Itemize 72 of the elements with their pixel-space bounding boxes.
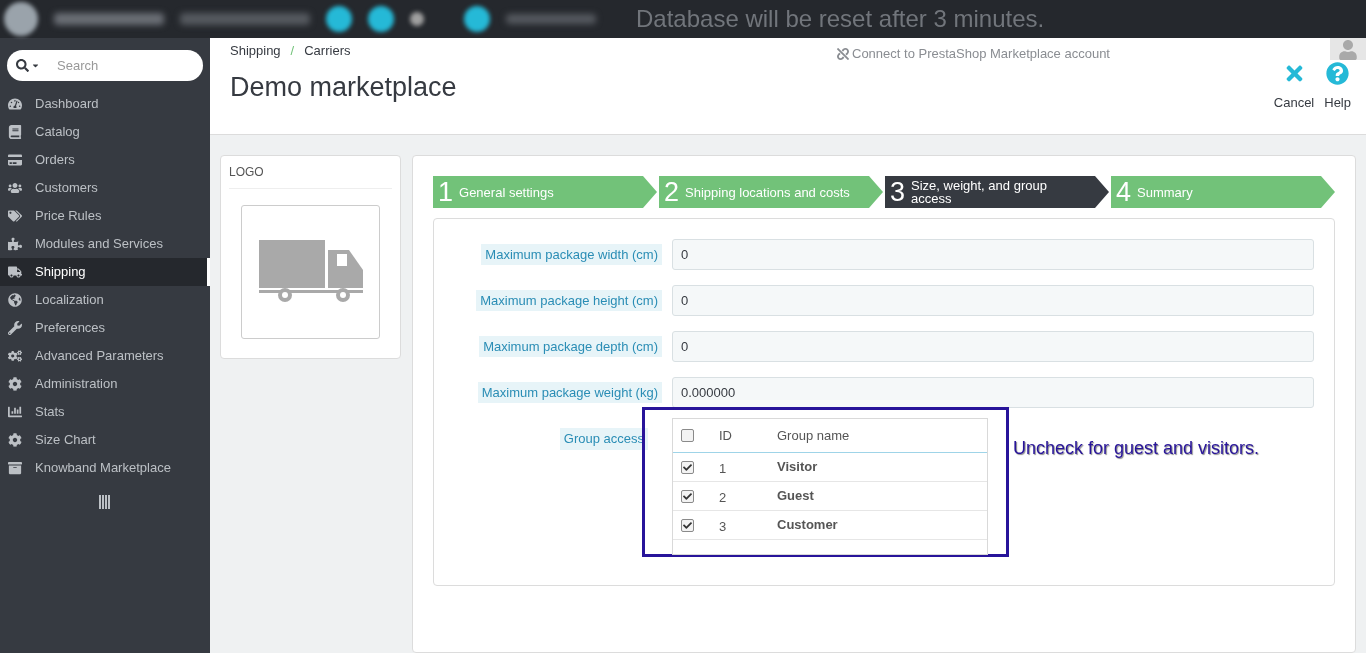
- sidebar-item[interactable]: Stats: [0, 398, 210, 426]
- table-cell-text: Visitor: [777, 458, 818, 477]
- annotation-note: Uncheck for guest and visitors.: [1013, 437, 1260, 460]
- tags-icon: [8, 209, 22, 223]
- column-header: ID: [719, 426, 733, 445]
- blurred-shortcut-icon[interactable]: [410, 12, 424, 26]
- checkbox[interactable]: [681, 460, 694, 474]
- archive-icon: [8, 461, 22, 475]
- sidebar-item[interactable]: Dashboard: [0, 90, 210, 118]
- sidebar-item[interactable]: Localization: [0, 286, 210, 314]
- sidebar-item[interactable]: Administration: [0, 370, 210, 398]
- input-field[interactable]: 0.000000: [672, 377, 1314, 408]
- input-field[interactable]: 0: [672, 331, 1314, 362]
- user-silhouette-icon: [1338, 40, 1358, 60]
- help-button[interactable]: Help: [1324, 62, 1351, 134]
- blurred-shortcut-icon[interactable]: [368, 6, 394, 32]
- input-field[interactable]: 0: [672, 239, 1314, 270]
- sidebar-item[interactable]: Preferences: [0, 314, 210, 342]
- truck-icon: [258, 240, 363, 304]
- sidebar-item[interactable]: Modules and Services: [0, 230, 210, 258]
- sidebar-item[interactable]: Customers: [0, 174, 210, 202]
- globe-icon: [8, 293, 22, 307]
- table-cell-text: Customer: [777, 516, 838, 535]
- field-label: Group access: [559, 428, 648, 450]
- cancel-button[interactable]: Cancel: [1273, 62, 1315, 134]
- search-field[interactable]: Search: [7, 50, 203, 81]
- field-label: Maximum package weight (kg): [477, 381, 662, 404]
- marketplace-link[interactable]: Connect to PrestaShop Marketplace account: [852, 44, 1110, 64]
- sidebar-item[interactable]: Shipping: [0, 258, 210, 286]
- wrench-icon: [8, 321, 22, 335]
- search-icon[interactable]: [16, 59, 29, 72]
- sidebar-item[interactable]: Price Rules: [0, 202, 210, 230]
- breadcrumb-link[interactable]: Shipping: [230, 41, 281, 61]
- table-cell-text: Guest: [777, 487, 814, 506]
- blurred-shortcut-icon[interactable]: [464, 6, 490, 32]
- table-cell-text: 2: [719, 488, 728, 507]
- table-cell-text: 1: [719, 459, 728, 478]
- caret-icon[interactable]: [31, 61, 40, 70]
- help-icon: [1326, 62, 1350, 85]
- puzzle-icon: [8, 237, 22, 251]
- checkbox[interactable]: [681, 489, 694, 503]
- dashboard-icon: [8, 97, 22, 111]
- input-field[interactable]: 0: [672, 285, 1314, 316]
- breadcrumb-separator: /: [290, 42, 295, 60]
- collapse-icon[interactable]: [99, 495, 111, 509]
- gear-icon: [8, 377, 22, 391]
- table-cell-text: 3: [719, 517, 728, 536]
- sidebar-item[interactable]: Orders: [0, 146, 210, 174]
- field-label: Maximum package depth (cm): [479, 335, 662, 358]
- card-icon: [8, 153, 22, 167]
- sidebar-item[interactable]: Catalog: [0, 118, 210, 146]
- reset-notice: Database will be reset after 3 minutes.: [636, 4, 1045, 34]
- bar-chart-icon: [8, 405, 22, 419]
- users-icon: [8, 181, 22, 195]
- unlink-icon: [837, 47, 849, 60]
- sidebar-item[interactable]: Knowband Marketplace: [0, 454, 210, 482]
- checkbox[interactable]: [681, 429, 694, 442]
- panel-title: LOGO: [229, 156, 392, 189]
- breadcrumb-link[interactable]: Carriers: [304, 41, 351, 61]
- field-label: Maximum package height (cm): [476, 289, 662, 312]
- sidebar-item[interactable]: Size Chart: [0, 426, 210, 454]
- sidebar-item[interactable]: Advanced Parameters: [0, 342, 210, 370]
- gear-icon: [8, 433, 22, 447]
- blurred-shortcut-icon[interactable]: [326, 6, 352, 32]
- book-icon: [8, 125, 22, 139]
- checkbox[interactable]: [681, 518, 694, 532]
- gears-icon: [8, 349, 22, 363]
- page-title: Demo marketplace: [230, 70, 457, 104]
- logo-icon: [4, 2, 38, 36]
- field-label: Maximum package width (cm): [481, 243, 662, 266]
- column-header: Group name: [777, 426, 850, 445]
- truck-icon: [8, 265, 22, 279]
